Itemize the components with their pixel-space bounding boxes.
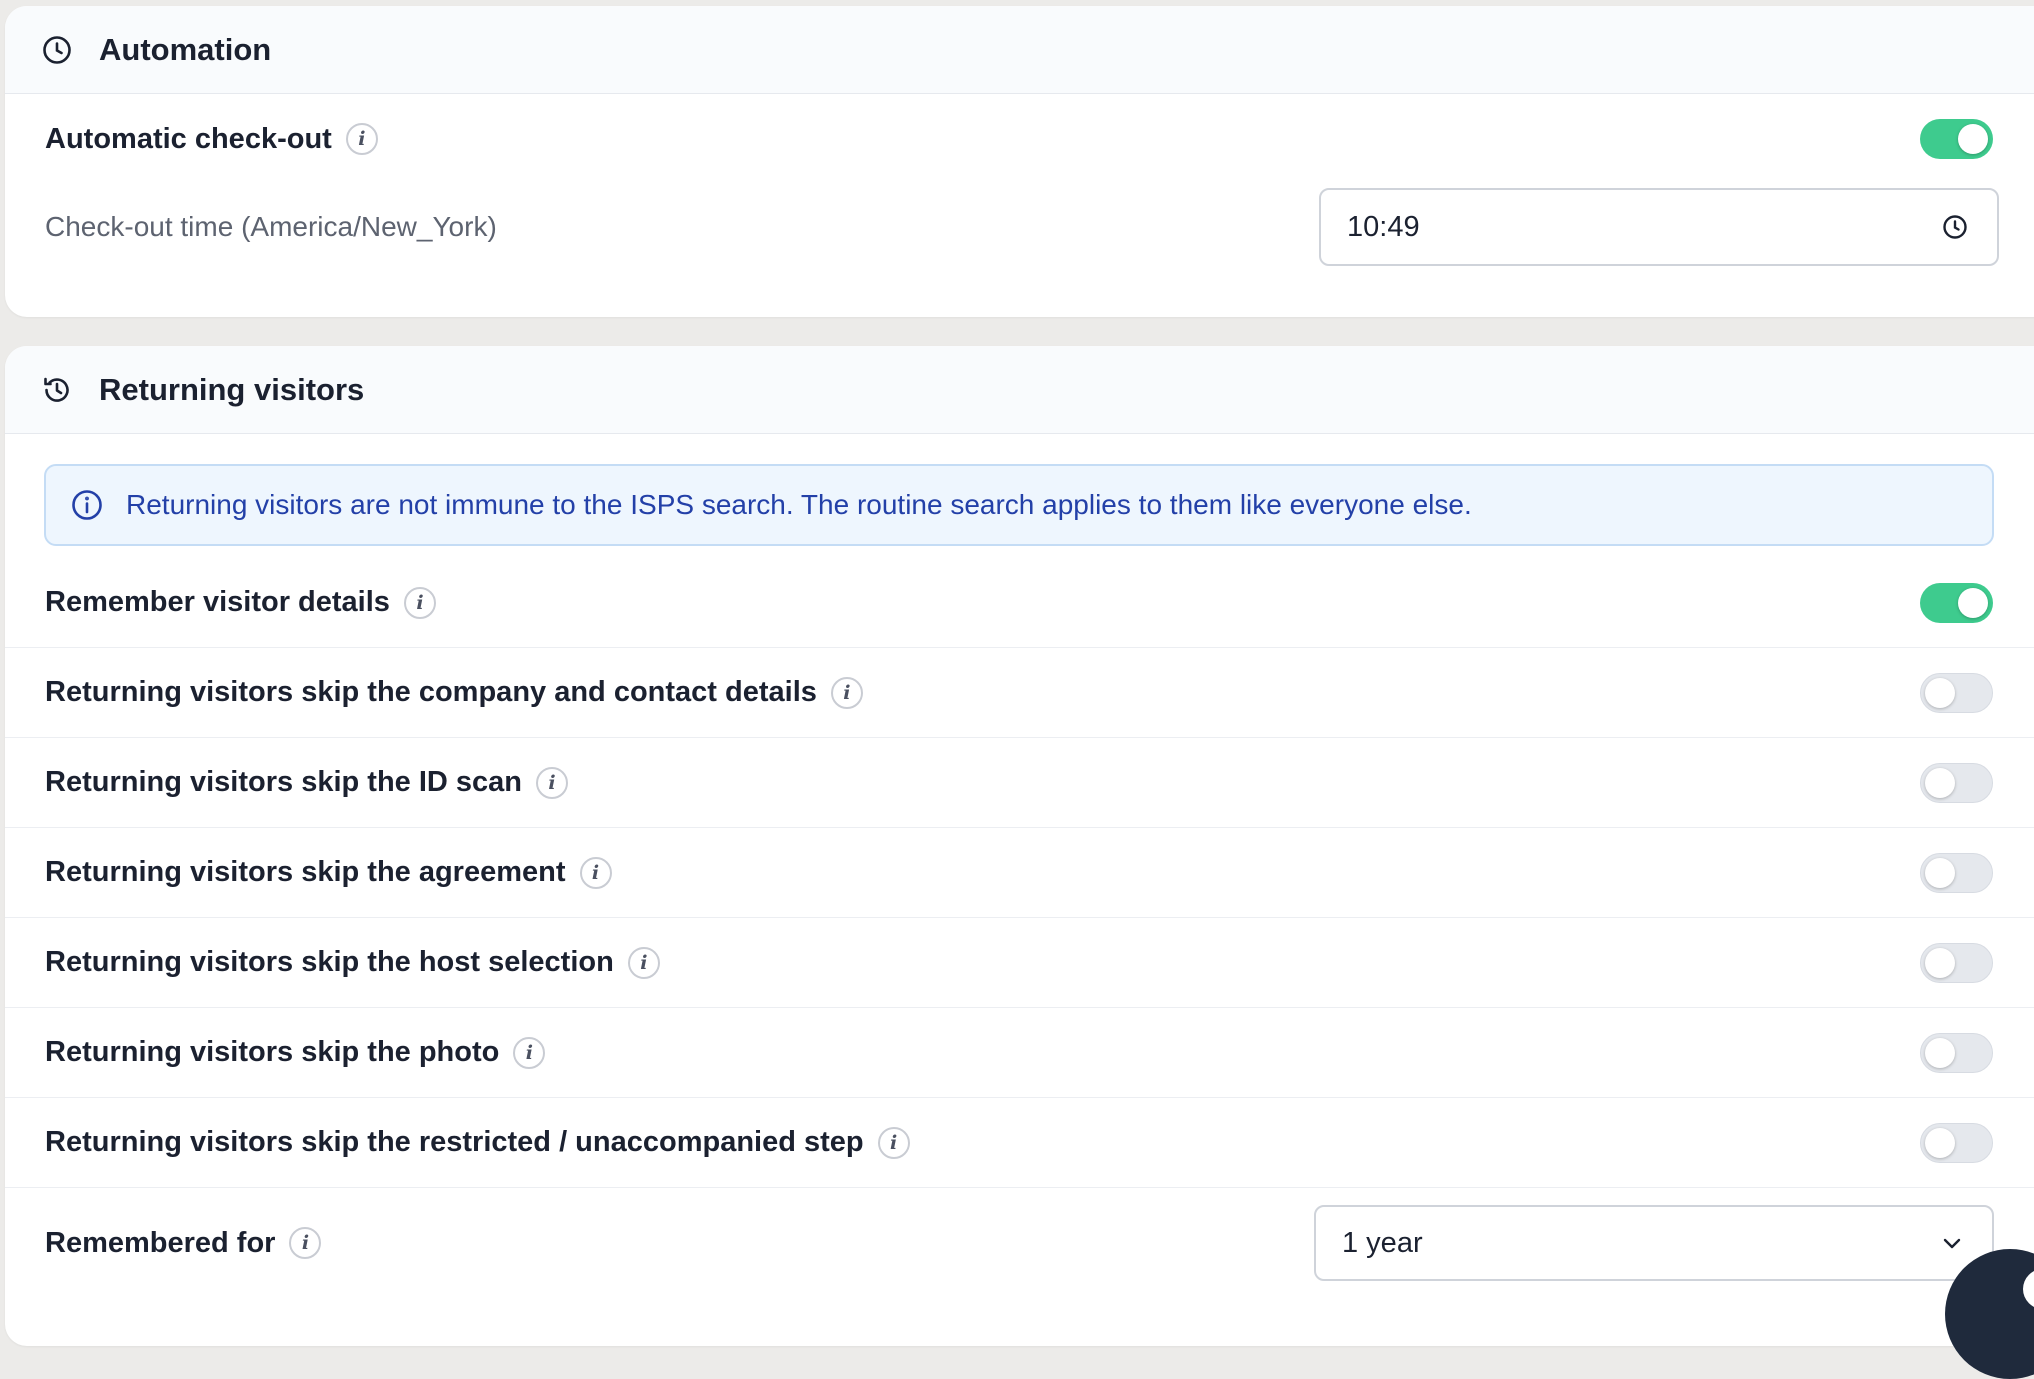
history-icon <box>41 374 73 406</box>
remembered-for-value: 1 year <box>1342 1226 1423 1259</box>
setting-row: Returning visitors skip the agreement i <box>5 828 2034 918</box>
remembered-for-row: Remembered for i 1 year <box>5 1198 2034 1288</box>
setting-toggle[interactable] <box>1920 852 1993 893</box>
setting-label: Remember visitor details <box>45 586 390 618</box>
setting-label: Returning visitors skip the restricted /… <box>45 1126 864 1158</box>
automation-header: Automation <box>5 6 2034 94</box>
auto-checkout-row: Automatic check-out i <box>5 94 2034 184</box>
setting-toggle[interactable] <box>1920 1032 1993 1073</box>
info-icon[interactable]: i <box>345 123 378 155</box>
setting-toggle[interactable] <box>1920 672 1993 713</box>
returning-header: Returning visitors <box>5 346 2034 434</box>
setting-label: Returning visitors skip the ID scan <box>45 766 522 798</box>
info-icon[interactable]: i <box>877 1126 910 1159</box>
setting-label: Returning visitors skip the photo <box>45 1036 500 1068</box>
setting-row: Returning visitors skip the photo i <box>5 1008 2034 1098</box>
auto-checkout-toggle[interactable] <box>1920 119 1993 159</box>
info-icon[interactable]: i <box>536 766 568 799</box>
setting-row: Remember visitor details i <box>5 558 2034 648</box>
remembered-for-select[interactable]: 1 year <box>1314 1205 1994 1281</box>
setting-row: Returning visitors skip the host selecti… <box>5 918 2034 1008</box>
info-icon[interactable]: i <box>513 1036 546 1069</box>
returning-title: Returning visitors <box>99 371 365 407</box>
isps-notice: Returning visitors are not immune to the… <box>44 464 1994 546</box>
info-icon[interactable]: i <box>289 1227 322 1259</box>
info-icon[interactable]: i <box>579 856 612 889</box>
checkout-time-input[interactable]: 10:49 <box>1319 188 1999 266</box>
chevron-down-icon <box>1940 1231 1964 1255</box>
setting-toggle[interactable] <box>1920 942 1993 983</box>
notice-text: Returning visitors are not immune to the… <box>126 489 1472 520</box>
automation-card: Automation Automatic check-out i Check-o… <box>5 6 2034 317</box>
info-icon[interactable]: i <box>403 586 436 619</box>
info-icon[interactable]: i <box>830 676 863 709</box>
setting-row: Returning visitors skip the ID scan i <box>5 738 2034 828</box>
setting-label: Returning visitors skip the company and … <box>45 676 817 708</box>
checkout-time-label: Check-out time (America/New_York) <box>45 211 497 242</box>
clock-icon <box>41 34 73 66</box>
info-circle-icon <box>70 488 104 522</box>
setting-label: Returning visitors skip the host selecti… <box>45 946 614 978</box>
clock-icon[interactable] <box>1941 213 1969 241</box>
checkout-time-value: 10:49 <box>1347 210 1420 243</box>
auto-checkout-label: Automatic check-out <box>45 122 332 155</box>
setting-toggle[interactable] <box>1920 582 1993 623</box>
setting-toggle[interactable] <box>1920 1122 1993 1163</box>
checkout-time-row: Check-out time (America/New_York) 10:49 <box>5 182 2034 272</box>
automation-title: Automation <box>99 31 272 67</box>
setting-label: Returning visitors skip the agreement <box>45 856 566 888</box>
setting-row: Returning visitors skip the company and … <box>5 648 2034 738</box>
remembered-for-label: Remembered for <box>45 1226 276 1259</box>
info-icon[interactable]: i <box>627 946 660 979</box>
setting-row: Returning visitors skip the restricted /… <box>5 1098 2034 1188</box>
returning-settings-list: Remember visitor details i Returning visit… <box>5 558 2034 1188</box>
setting-toggle[interactable] <box>1920 762 1993 803</box>
